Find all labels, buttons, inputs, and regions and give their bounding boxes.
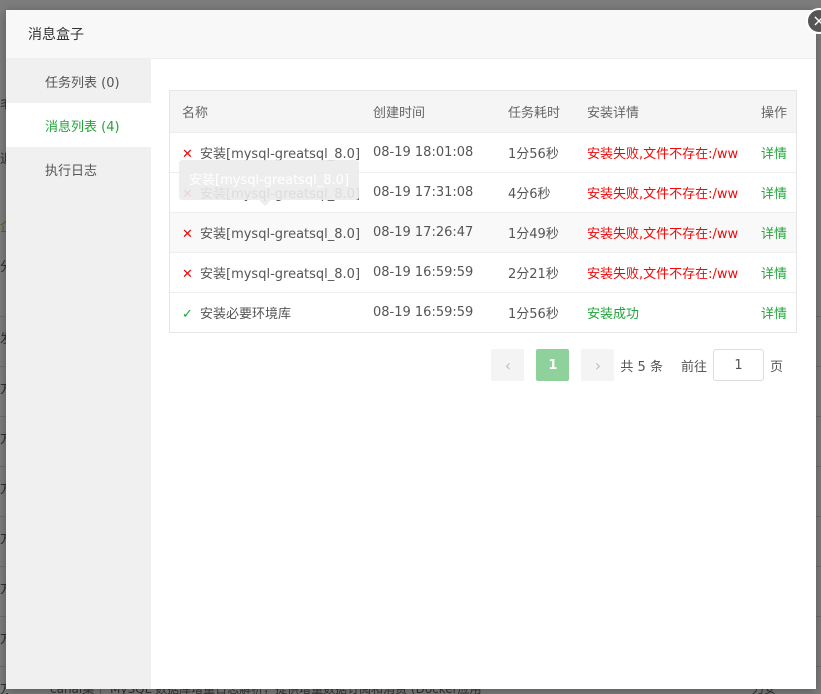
table-row: ✕ 安装[mysql-greatsql_8.0] 08-19 18:01:08 1… xyxy=(170,132,796,173)
column-header-created: 创建时间 xyxy=(361,91,496,133)
task-name: 安装[mysql-greatsql_8.0] xyxy=(200,226,361,242)
task-name: 安装[mysql-greatsql_8.0] xyxy=(200,146,361,162)
modal-header: 消息盒子 xyxy=(6,10,816,59)
cell-name: ✕ 安装[mysql-greatsql_8.0] xyxy=(170,212,361,253)
message-box-modal: 消息盒子 × 任务列表 (0) 消息列表 (4) 执行日志 名称 创建时间 任务… xyxy=(6,8,821,689)
cell-detail: 安装失败,文件不存在:/ww xyxy=(575,132,749,173)
cell-detail: 安装失败,文件不存在:/ww xyxy=(575,212,749,253)
cell-created: 08-19 17:31:08 xyxy=(361,172,496,213)
detail-link[interactable]: 详情 xyxy=(761,187,787,202)
column-header-action: 操作 xyxy=(749,91,796,133)
table-row: ✕ 安装[mysql-greatsql_8.0] 08-19 17:26:47 1… xyxy=(170,212,796,253)
cell-detail: 安装失败,文件不存在:/ww xyxy=(575,252,749,293)
cell-action: 详情 xyxy=(749,252,796,293)
table-row: ✕ 安装[mysql-greatsql_8.0] 08-19 16:59:59 2… xyxy=(170,252,796,293)
detail-link[interactable]: 详情 xyxy=(761,307,787,322)
fail-icon: ✕ xyxy=(182,266,193,282)
task-name: 安装[mysql-greatsql_8.0] xyxy=(200,266,361,282)
cell-duration: 4分6秒 xyxy=(496,172,575,213)
cell-detail: 安装成功 xyxy=(587,306,640,322)
cell-name: ✕ 安装[mysql-greatsql_8.0] xyxy=(170,252,361,293)
cell-created: 08-19 16:59:59 xyxy=(361,252,496,293)
modal-body: 任务列表 (0) 消息列表 (4) 执行日志 名称 创建时间 任务耗时 安装详情… xyxy=(6,59,816,689)
modal-title: 消息盒子 xyxy=(28,27,84,43)
cell-action: 详情 xyxy=(749,212,796,253)
pagination: ‹ 1 › 共 5 条 前往 页 xyxy=(491,349,783,381)
table-row: ✕ 安装[mysql-greatsql_8.0] 08-19 17:31:08 4… xyxy=(170,172,796,213)
goto-page-input[interactable] xyxy=(712,349,764,381)
cell-action: 详情 xyxy=(749,132,796,173)
detail-link[interactable]: 详情 xyxy=(761,147,787,162)
next-page-button[interactable]: › xyxy=(581,349,615,381)
task-name: 安装必要环境库 xyxy=(200,306,292,322)
table-header-row: 名称 创建时间 任务耗时 安装详情 操作 xyxy=(170,91,796,133)
column-header-duration: 任务耗时 xyxy=(496,91,575,133)
fail-icon: ✕ xyxy=(182,186,193,202)
cell-action: 详情 xyxy=(749,292,796,332)
detail-link[interactable]: 详情 xyxy=(761,267,787,282)
cell-name: ✕ 安装[mysql-greatsql_8.0] xyxy=(170,132,361,173)
cell-created: 08-19 18:01:08 xyxy=(361,132,496,173)
message-table: 名称 创建时间 任务耗时 安装详情 操作 ✕ 安装[mysql-greatsql_… xyxy=(169,90,797,333)
column-header-detail: 安装详情 xyxy=(575,91,749,133)
cell-created: 08-19 17:26:47 xyxy=(361,212,496,253)
column-header-name: 名称 xyxy=(170,91,361,133)
table-row: ✓ 安装必要环境库 08-19 16:59:59 1分56秒 安装成功 详情 xyxy=(170,292,796,332)
cell-duration: 2分21秒 xyxy=(496,252,575,293)
cell-detail: 安装失败,文件不存在:/ww xyxy=(575,172,749,213)
goto-label: 前往 xyxy=(680,359,707,375)
nav-item-message-list[interactable]: 消息列表 (4) xyxy=(6,103,151,147)
total-count: 共 5 条 xyxy=(620,359,663,375)
cell-duration: 1分56秒 xyxy=(496,132,575,173)
success-check-icon: ✓ xyxy=(182,306,193,322)
cell-duration: 1分56秒 xyxy=(508,306,559,322)
cell-created: 08-19 16:59:59 xyxy=(373,304,474,320)
nav-item-task-list[interactable]: 任务列表 (0) xyxy=(6,59,151,103)
page-number-current[interactable]: 1 xyxy=(536,349,570,381)
task-name: 安装[mysql-greatsql_8.0] xyxy=(200,186,361,202)
message-list-panel: 名称 创建时间 任务耗时 安装详情 操作 ✕ 安装[mysql-greatsql_… xyxy=(151,59,816,689)
page-unit-label: 页 xyxy=(769,359,783,375)
fail-icon: ✕ xyxy=(182,146,193,162)
fail-icon: ✕ xyxy=(182,226,193,242)
prev-page-button[interactable]: ‹ xyxy=(491,349,525,381)
cell-duration: 1分49秒 xyxy=(496,212,575,253)
detail-link[interactable]: 详情 xyxy=(761,227,787,242)
cell-action: 详情 xyxy=(749,172,796,213)
cell-name: ✕ 安装[mysql-greatsql_8.0] xyxy=(170,172,361,213)
cell-name: ✓ 安装必要环境库 xyxy=(170,292,361,332)
nav-item-execution-log[interactable]: 执行日志 xyxy=(6,147,151,191)
side-nav: 任务列表 (0) 消息列表 (4) 执行日志 xyxy=(6,59,151,689)
